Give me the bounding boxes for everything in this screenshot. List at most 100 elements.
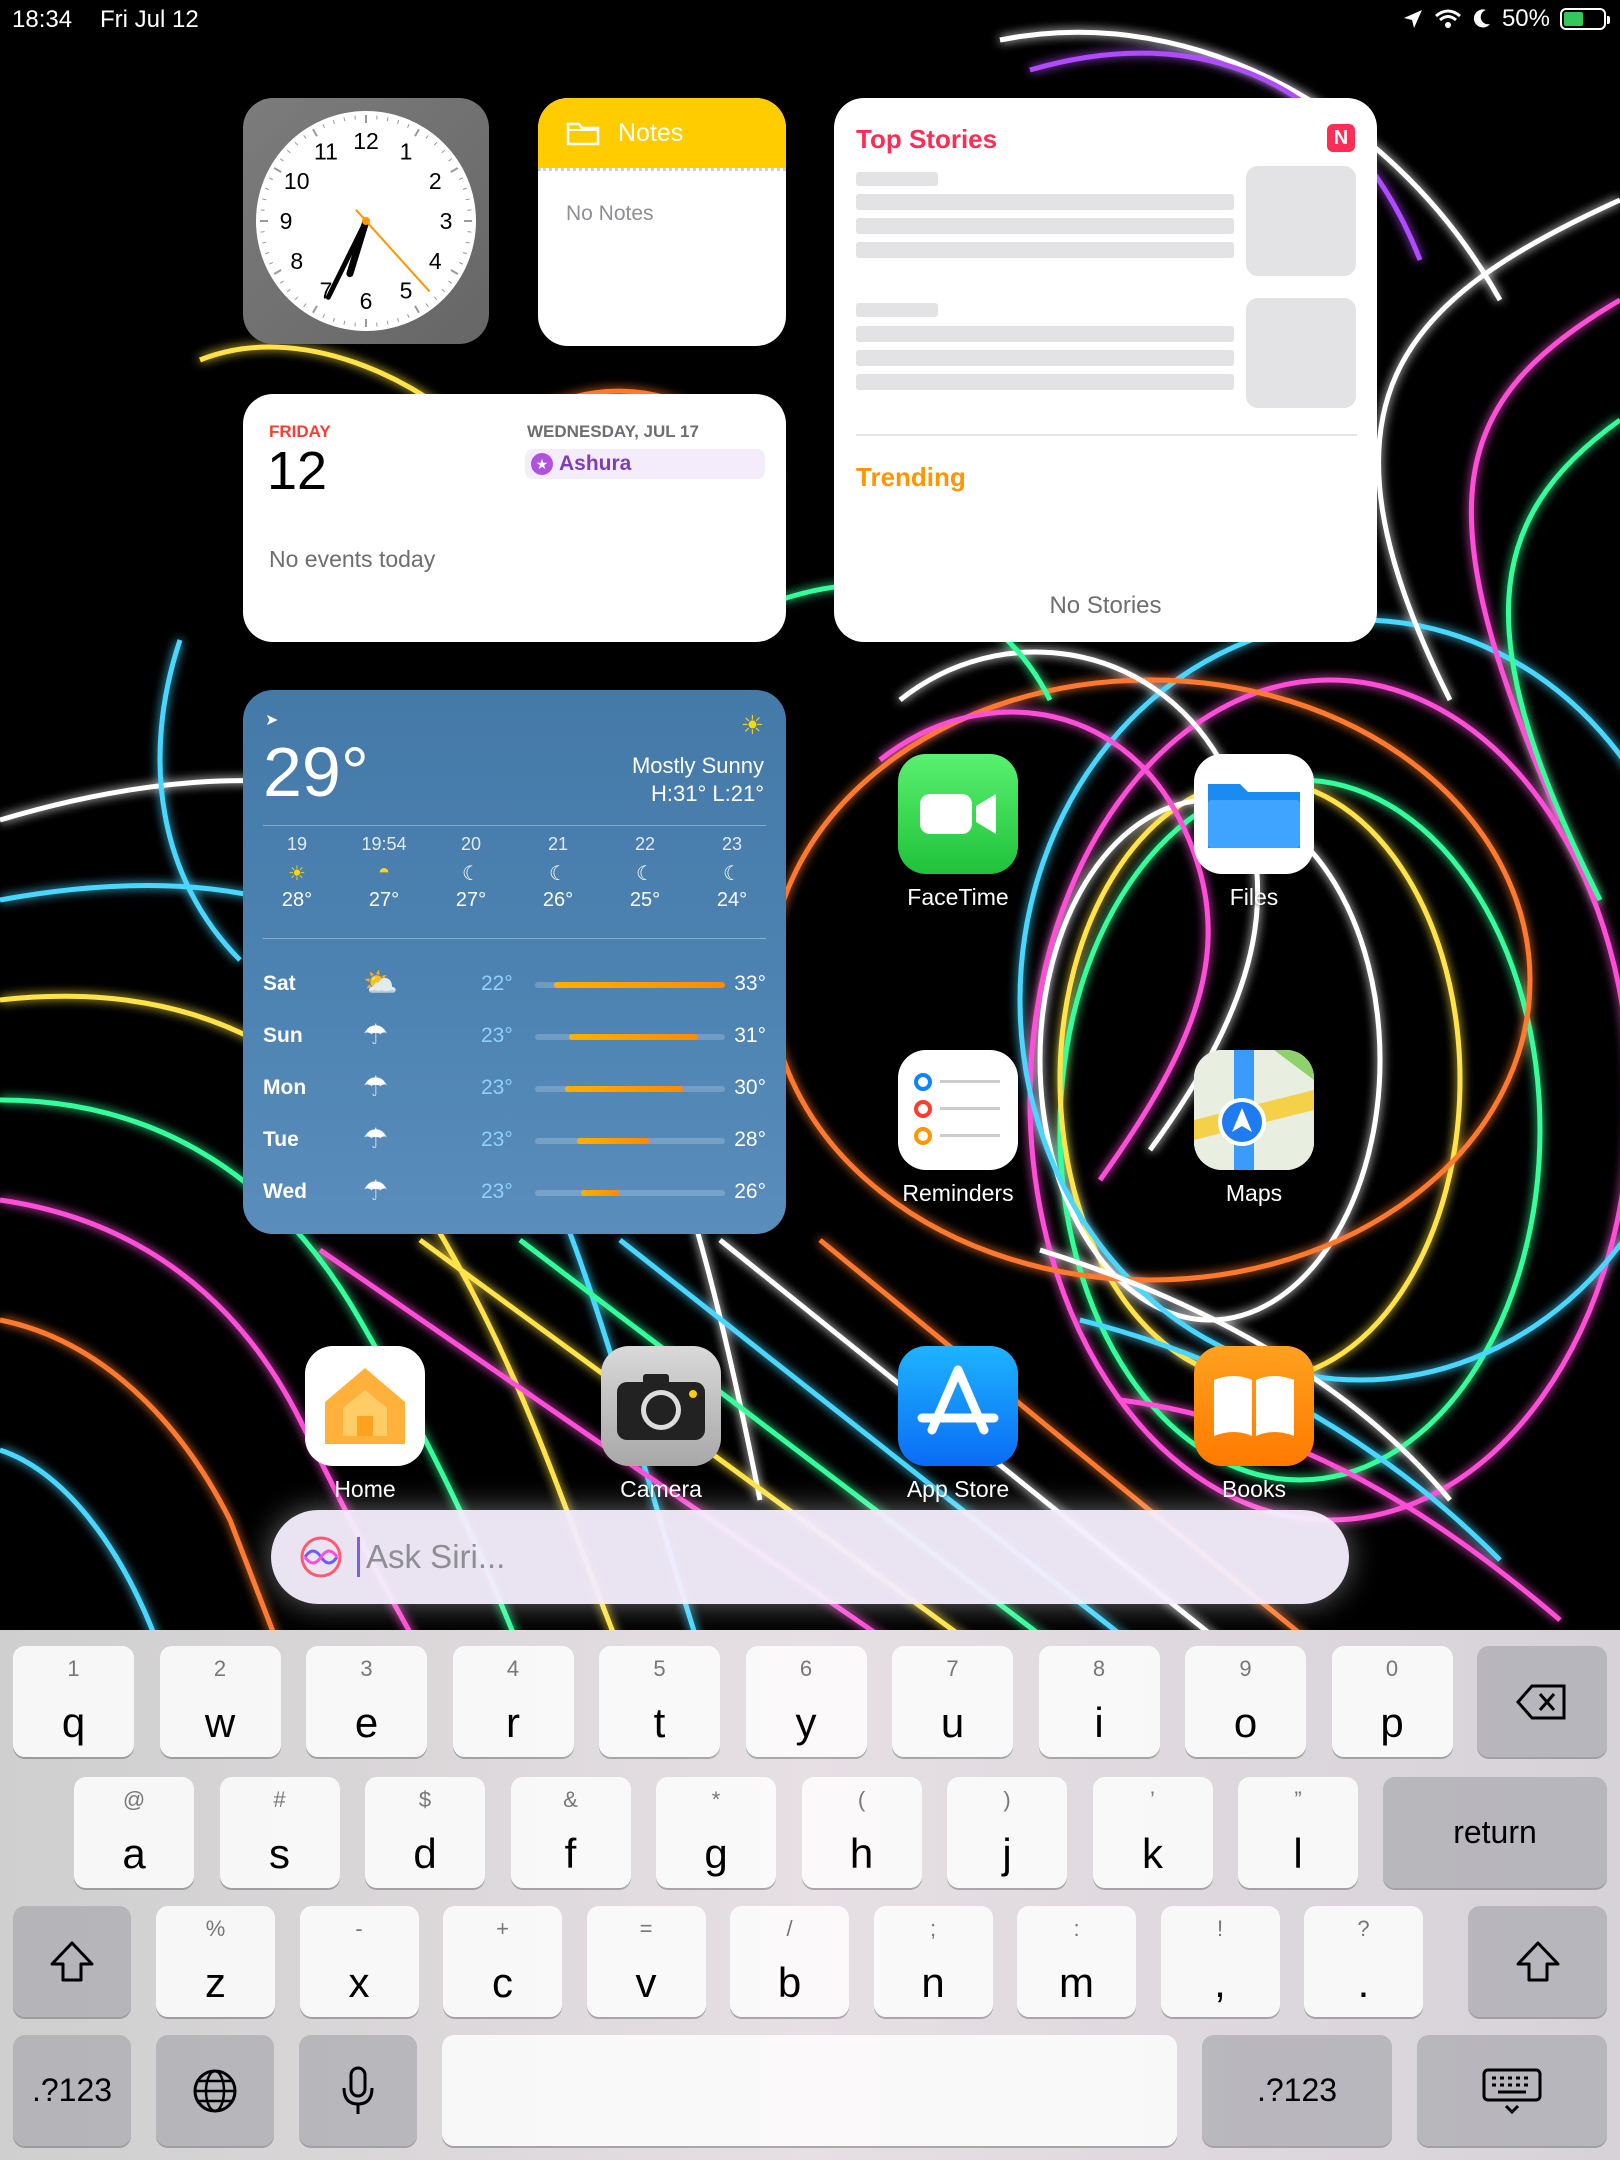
daily-low: 23° [481, 1128, 513, 1151]
facetime-icon [898, 754, 1018, 874]
key-row1-2[interactable]: 3e [306, 1646, 427, 1757]
daily-day: Tue [263, 1128, 299, 1151]
daily-low: 23° [481, 1180, 513, 1203]
calendar-event[interactable]: ★ Ashura [525, 449, 765, 479]
key-row2-6[interactable]: ) j [947, 1777, 1067, 1888]
delete-key[interactable] [1477, 1646, 1607, 1757]
app-reminders[interactable]: Reminders [898, 1050, 1018, 1207]
key-row1-8[interactable]: 9o [1185, 1646, 1306, 1757]
space-bar[interactable] [442, 2035, 1177, 2146]
key-row1-7[interactable]: 8i [1038, 1646, 1160, 1757]
battery-percent: 50% [1501, 5, 1550, 32]
notes-widget[interactable]: Notes No Notes [538, 98, 786, 346]
key-secondary-label: 6 [799, 1656, 813, 1681]
key-row3-0[interactable]: % z [156, 1906, 275, 2017]
key-secondary-label: % [205, 1916, 226, 1941]
story-placeholder-image [1246, 298, 1356, 408]
key-row3-3[interactable]: = v [586, 1906, 706, 2017]
shift-key-right[interactable] [1468, 1906, 1607, 2017]
numbers-key-left[interactable]: .?123 [13, 2035, 131, 2146]
key-row3-2[interactable]: + c [443, 1906, 562, 2017]
rain-icon: ☂ [363, 1019, 389, 1050]
key-row3-1[interactable]: -x [299, 1906, 419, 2017]
key-row1-4[interactable]: 5t [599, 1646, 720, 1757]
key-row2-4[interactable]: * g [656, 1777, 776, 1888]
rain-icon: ☂ [363, 1123, 389, 1154]
key-row3-7[interactable]: !, [1160, 1906, 1280, 2017]
temp-range-track [535, 1138, 725, 1144]
news-widget[interactable]: Top Stories N Trending No Stories [834, 98, 1377, 642]
key-secondary-label: 2 [213, 1656, 227, 1681]
key-secondary-label: / [786, 1916, 793, 1941]
clock-number: 9 [280, 208, 293, 234]
return-key[interactable]: return [1383, 1777, 1607, 1888]
key-row3-4[interactable]: / b [730, 1906, 849, 2017]
key-secondary-label: + [496, 1916, 509, 1941]
key-row2-2[interactable]: $ d [365, 1777, 485, 1888]
key-row2-7[interactable]: ’ k [1092, 1777, 1213, 1888]
key-row1-1[interactable]: 2w [159, 1646, 281, 1757]
key-secondary-label: 1 [67, 1656, 80, 1681]
weather-condition: Mostly Sunny H:31° L:21° [632, 752, 764, 808]
clock-number: 12 [353, 128, 379, 154]
status-time: 18:34 [12, 6, 73, 33]
calendar-widget[interactable]: FRIDAY 12 WEDNESDAY, JUL 17 ★ Ashura No … [243, 394, 786, 642]
key-row2-1[interactable]: # s [219, 1777, 340, 1888]
notes-header: Notes [538, 98, 786, 168]
key-primary-label: g [704, 1830, 728, 1877]
key-row2-8[interactable]: ” l [1238, 1777, 1358, 1888]
app-facetime[interactable]: FaceTime [898, 754, 1018, 911]
key-row1-9[interactable]: 0p [1331, 1646, 1453, 1757]
clock-number: 4 [429, 248, 442, 274]
app-app-store[interactable]: App Store [898, 1346, 1018, 1503]
app-maps[interactable]: Maps [1194, 1050, 1314, 1207]
hourly-temp: 27° [455, 889, 487, 911]
weather-condition-text: Mostly Sunny [631, 753, 764, 778]
shift-key-left[interactable] [13, 1906, 131, 2017]
story-placeholder-line [856, 194, 1234, 210]
key-row3-8[interactable]: ?. [1304, 1906, 1423, 2017]
app-files[interactable]: Files [1194, 754, 1314, 911]
hourly-time: 19:54 [361, 834, 407, 854]
key-secondary-label: ? [1357, 1916, 1370, 1941]
hourly-item: 23 ☾ 24° [692, 834, 772, 912]
siri-search-bar[interactable] [271, 1510, 1349, 1604]
key-row1-5[interactable]: 6y [745, 1646, 867, 1757]
partly-sunny-icon: ⛅ [363, 967, 398, 998]
app-label: Maps [1225, 1180, 1283, 1206]
daily-day: Sat [263, 972, 296, 995]
key-secondary-label: ! [1216, 1916, 1224, 1941]
key-row1-3[interactable]: 4r [452, 1646, 574, 1757]
daily-day: Sun [263, 1024, 303, 1047]
key-row2-3[interactable]: & f [510, 1777, 631, 1888]
numbers-key-right[interactable]: .?123 [1202, 2035, 1392, 2146]
key-row1-6[interactable]: 7u [892, 1646, 1013, 1757]
app-camera[interactable]: Camera [601, 1346, 721, 1503]
weather-widget[interactable]: ➤ 29° ☀ Mostly Sunny H:31° L:21° 19 ☀ 28° 1… [243, 690, 786, 1234]
clock-number: 3 [440, 208, 453, 234]
key-secondary-label: & [563, 1787, 578, 1812]
clock-number: 1 [400, 139, 413, 165]
app-books[interactable]: Books [1194, 1346, 1314, 1503]
app-label: Books [1222, 1476, 1286, 1502]
weather-high-low: H:31° L:21° [651, 781, 764, 806]
key-primary-label: e [354, 1699, 379, 1746]
key-row3-5[interactable]: ; n [873, 1906, 993, 2017]
temp-range-track [535, 1086, 725, 1092]
return-key-label: return [1453, 1814, 1537, 1850]
hide-keyboard-key[interactable] [1417, 2035, 1607, 2146]
hourly-temp: 28° [281, 889, 313, 911]
app-home[interactable]: Home [305, 1346, 425, 1503]
daily-low: 23° [481, 1076, 513, 1099]
key-row2-5[interactable]: (h [801, 1777, 922, 1888]
daily-low: 23° [481, 1024, 513, 1047]
status-bar: 18:34 Fri Jul 12 50% [0, 0, 1620, 40]
siri-input[interactable] [366, 1538, 1266, 1576]
story-placeholder-line [856, 326, 1234, 342]
key-row2-0[interactable]: @ a [74, 1777, 194, 1888]
clock-widget[interactable]: 12 1 2 3 4 5 6 7 8 9 10 11 [243, 98, 489, 344]
globe-key[interactable] [156, 2035, 274, 2146]
dictation-key[interactable] [299, 2035, 417, 2146]
key-row1-0[interactable]: 1q [13, 1646, 134, 1757]
key-row3-6[interactable]: :m [1017, 1906, 1136, 2017]
